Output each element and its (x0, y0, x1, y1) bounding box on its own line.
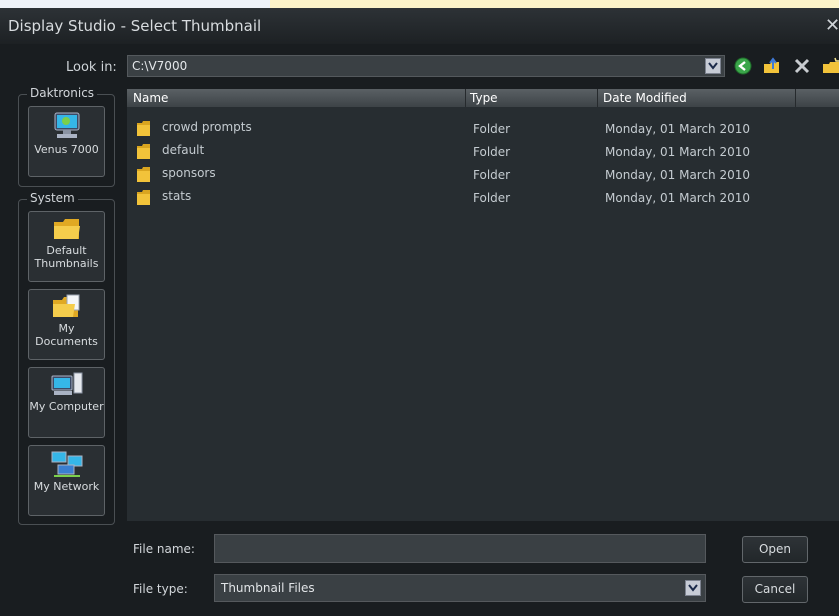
table-row[interactable]: stats Folder Monday, 01 March 2010 (127, 186, 839, 209)
file-name: default (162, 143, 205, 157)
file-type: Folder (473, 168, 511, 182)
column-header-name[interactable]: Name (133, 91, 168, 105)
file-type-value: Thumbnail Files (221, 581, 315, 595)
look-in-dropdown[interactable]: C:\V7000 (127, 55, 725, 77)
place-label: Default Thumbnails (34, 244, 99, 270)
file-name: stats (162, 189, 192, 203)
place-default-thumbnails[interactable]: Default Thumbnails (28, 211, 105, 282)
column-divider[interactable] (795, 89, 796, 107)
file-name: sponsors (162, 166, 216, 180)
title-bar[interactable]: Display Studio - Select Thumbnail ✕ (0, 8, 839, 44)
place-my-documents[interactable]: My Documents (28, 289, 105, 360)
folder-icon (137, 144, 150, 159)
look-in-value: C:\V7000 (132, 59, 188, 73)
file-name-input[interactable] (214, 534, 706, 563)
folder-icon (137, 190, 150, 205)
file-date: Monday, 01 March 2010 (605, 122, 751, 136)
select-thumbnail-dialog: Display Studio - Select Thumbnail ✕ Look… (0, 8, 839, 616)
file-type: Folder (473, 191, 511, 205)
folder-icon (137, 121, 150, 136)
documents-folder-icon (52, 294, 79, 317)
file-name-label: File name: (133, 542, 195, 556)
open-button[interactable]: Open (742, 536, 808, 563)
file-date: Monday, 01 March 2010 (605, 145, 751, 159)
file-date: Monday, 01 March 2010 (605, 191, 751, 205)
folder-icon (53, 219, 80, 239)
file-type-dropdown[interactable]: Thumbnail Files (214, 574, 706, 602)
column-header-type[interactable]: Type (470, 91, 498, 105)
background-strip (270, 0, 839, 8)
place-label: My Documents (35, 322, 98, 348)
close-icon[interactable]: ✕ (825, 15, 839, 36)
chevron-down-icon[interactable] (705, 58, 721, 74)
place-venus-7000[interactable]: Venus 7000 (28, 106, 105, 177)
place-label: My Computer (29, 400, 104, 413)
computer-icon (51, 372, 82, 395)
file-type: Folder (473, 122, 511, 136)
file-list[interactable]: Name Type Date Modified crowd prompts Fo… (127, 89, 839, 521)
computer-icon (54, 112, 79, 138)
file-date: Monday, 01 March 2010 (605, 168, 751, 182)
table-row[interactable]: default Folder Monday, 01 March 2010 (127, 140, 839, 163)
daktronics-group-label: Daktronics (27, 86, 98, 100)
file-name: crowd prompts (162, 120, 252, 134)
place-label: Venus 7000 (34, 143, 99, 156)
table-row[interactable]: sponsors Folder Monday, 01 March 2010 (127, 163, 839, 186)
place-my-network[interactable]: My Network (28, 445, 105, 516)
place-label: My Network (33, 480, 100, 493)
back-icon[interactable] (734, 57, 752, 75)
column-divider[interactable] (465, 89, 466, 107)
up-folder-icon[interactable] (763, 57, 781, 75)
daktronics-group: Daktronics Venus 7000 (18, 86, 115, 187)
place-my-computer[interactable]: My Computer (28, 367, 105, 438)
delete-icon[interactable] (793, 57, 811, 75)
folder-icon (137, 167, 150, 182)
column-header-date-modified[interactable]: Date Modified (603, 91, 687, 105)
file-type: Folder (473, 145, 511, 159)
look-in-label: Look in: (66, 60, 117, 75)
file-list-header: Name Type Date Modified (127, 89, 839, 107)
chevron-down-icon[interactable] (685, 580, 701, 596)
cancel-button[interactable]: Cancel (742, 576, 808, 603)
column-divider[interactable] (597, 89, 598, 107)
table-row[interactable]: crowd prompts Folder Monday, 01 March 20… (127, 117, 839, 140)
network-icon (51, 451, 82, 477)
system-group: System Default Thumbnails My Documents M… (18, 191, 115, 525)
new-folder-icon[interactable] (822, 57, 839, 75)
file-type-label: File type: (133, 582, 188, 596)
system-group-label: System (27, 191, 78, 205)
window-title: Display Studio - Select Thumbnail (8, 17, 262, 35)
